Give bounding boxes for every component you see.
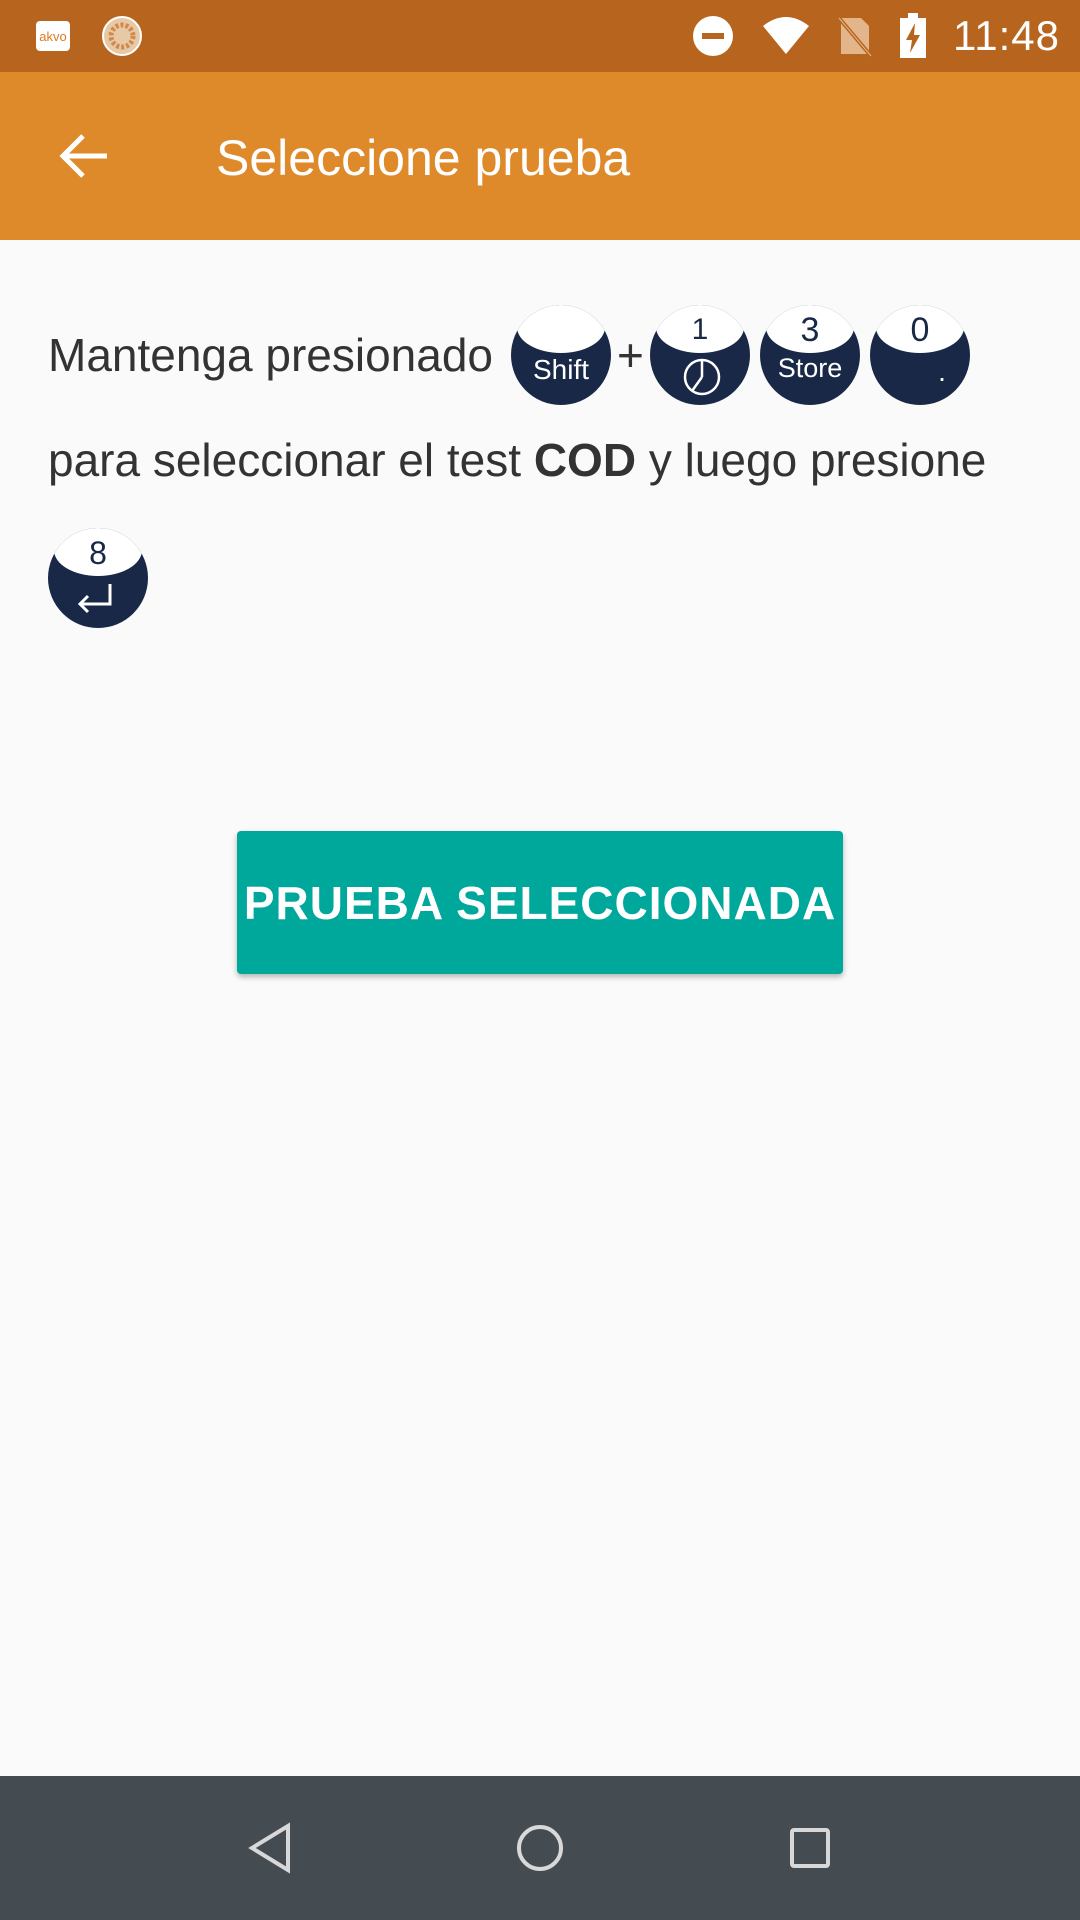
status-bar: akvo 11:48 <box>0 0 1080 72</box>
sync-icon <box>102 16 142 56</box>
zero-key-label: 0 <box>910 311 929 349</box>
navigation-bar <box>0 1776 1080 1920</box>
back-triangle-icon <box>248 1822 290 1874</box>
dot-key-label: . <box>938 356 946 387</box>
instruction-text-select: para seleccionar el test <box>48 434 522 486</box>
store-key-label: Store <box>778 353 843 383</box>
test-selected-button[interactable]: PRUEBA SELECCIONADA <box>237 831 843 974</box>
one-clock-key-icon: 1 <box>649 305 750 405</box>
shift-key-icon: Shift <box>511 305 611 405</box>
nav-home-button[interactable] <box>504 1812 576 1884</box>
one-key-label: 1 <box>692 313 709 346</box>
clock-icon <box>683 358 721 396</box>
no-sim-icon <box>837 14 873 58</box>
eight-enter-key-icon: 8 <box>48 528 148 628</box>
test-code: COD <box>533 434 637 486</box>
back-button[interactable] <box>40 116 130 196</box>
shift-key-label: Shift <box>533 354 589 385</box>
do-not-disturb-icon <box>691 14 735 58</box>
wifi-icon <box>761 16 811 56</box>
nav-back-button[interactable] <box>234 1812 306 1884</box>
nav-recents-button[interactable] <box>774 1812 846 1884</box>
page-title: Seleccione prueba <box>216 130 631 186</box>
akvo-app-icon: akvo <box>36 21 70 51</box>
app-bar: Seleccione prueba <box>0 72 1080 240</box>
three-store-key-icon: 3 Store <box>759 305 860 405</box>
three-key-label: 3 <box>800 311 819 349</box>
home-circle-icon <box>517 1825 563 1871</box>
arrow-left-icon <box>59 134 107 178</box>
instruction-text-hold: Mantenga presionado <box>48 329 493 381</box>
clock-time: 11:48 <box>953 12 1060 59</box>
zero-dot-key-icon: 0 . <box>869 305 970 405</box>
battery-charging-icon <box>899 13 927 59</box>
eight-key-label: 8 <box>89 535 107 571</box>
plus-sign: + <box>617 329 644 381</box>
instruction-text-then-press: y luego presione <box>648 434 987 486</box>
enter-icon <box>77 584 112 614</box>
recents-square-icon <box>790 1828 830 1868</box>
